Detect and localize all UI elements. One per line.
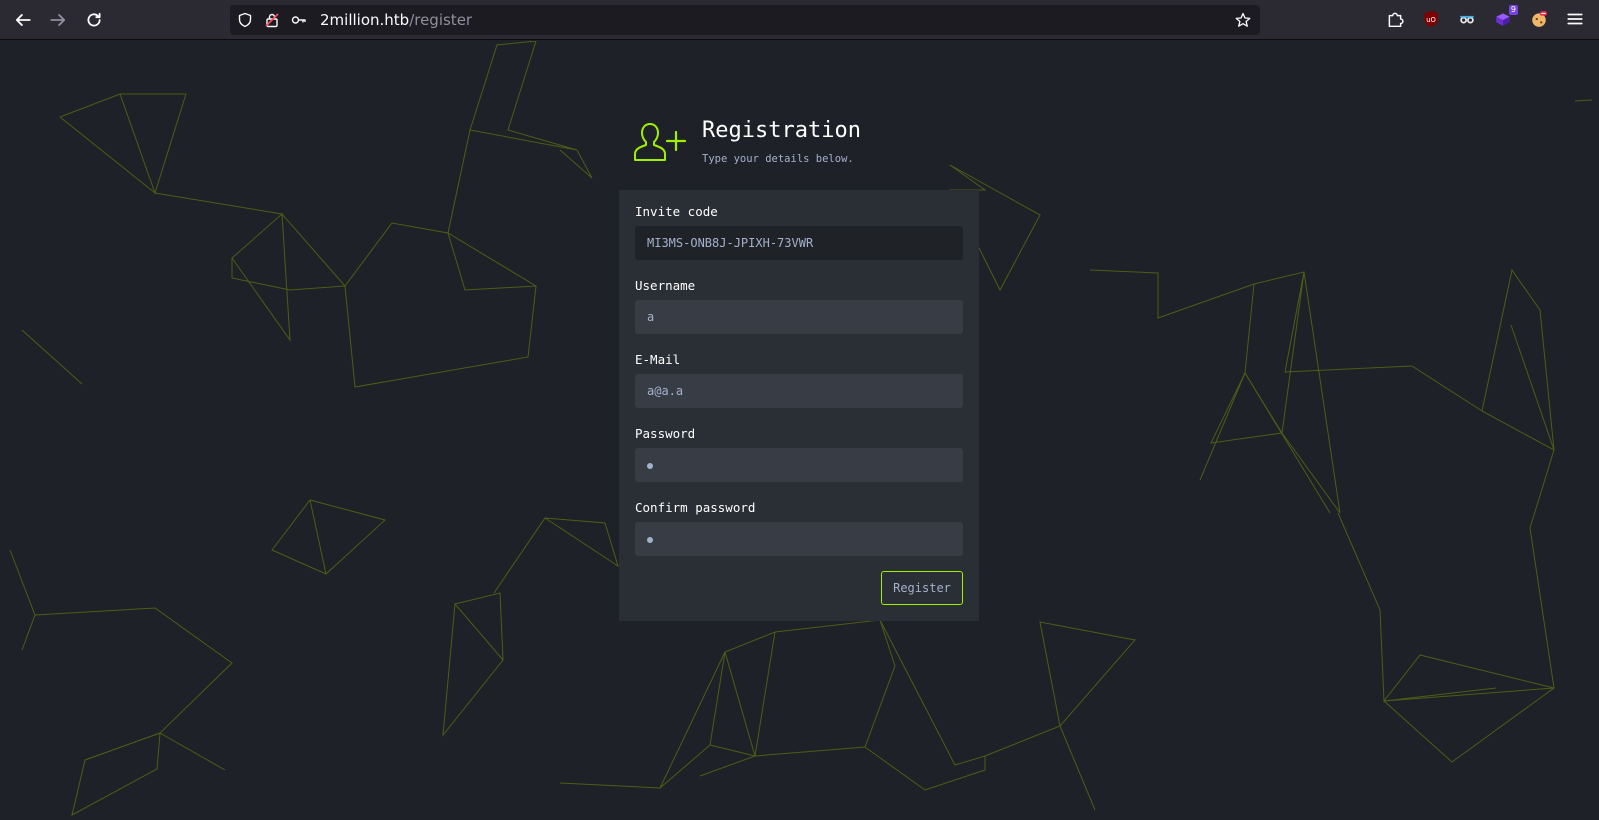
password-mask-dot [647, 462, 653, 469]
page-subtitle: Type your details below. [702, 153, 854, 165]
password-input[interactable] [635, 448, 963, 482]
invite-code-input[interactable]: MI3MS-ONB8J-JPIXH-73VWR [635, 226, 963, 260]
browser-toolbar: 2million.htb/register uO 9 [0, 0, 1599, 40]
password-label: Password [635, 426, 696, 441]
back-button[interactable] [9, 6, 37, 34]
extensions-puzzle-icon[interactable] [1384, 8, 1406, 30]
bookmark-star-icon[interactable] [1234, 11, 1252, 29]
purple-extension-icon[interactable]: 9 [1492, 5, 1518, 30]
extension-badge: 9 [1508, 5, 1518, 15]
confirm-password-label: Confirm password [635, 500, 756, 515]
username-label: Username [635, 278, 696, 293]
reload-button[interactable] [80, 6, 108, 34]
url-host: 2million.htb [320, 11, 410, 29]
confirm-password-mask-dot [647, 536, 653, 543]
email-label: E-Mail [635, 352, 681, 367]
register-button[interactable]: Register [881, 571, 963, 605]
address-bar[interactable]: 2million.htb/register [230, 5, 1260, 35]
menu-hamburger-icon[interactable] [1564, 8, 1586, 30]
back-arrow-icon [15, 14, 31, 26]
privacy-badger-icon[interactable] [1456, 8, 1478, 30]
reload-icon [87, 12, 101, 27]
url-path: /register [409, 11, 473, 29]
user-plus-icon [634, 123, 687, 161]
ublock-origin-icon[interactable]: uO [1420, 8, 1442, 30]
registration-form: Invite code MI3MS-ONB8J-JPIXH-73VWR User… [619, 190, 979, 621]
shield-icon[interactable] [236, 11, 254, 29]
invite-code-label: Invite code [635, 204, 718, 219]
registration-header: Registration Type your details below. [632, 118, 992, 178]
confirm-password-input[interactable] [635, 522, 963, 556]
username-input[interactable]: a [635, 300, 963, 334]
svg-text:uO: uO [1426, 16, 1436, 24]
email-input[interactable]: a@a.a [635, 374, 963, 408]
url-text[interactable]: 2million.htb/register [320, 11, 472, 29]
page-title: Registration [702, 118, 861, 143]
cookie-extension-icon[interactable] [1528, 8, 1550, 30]
forward-button[interactable] [44, 6, 72, 34]
insecure-lock-icon[interactable] [263, 11, 281, 29]
key-icon[interactable] [290, 11, 308, 29]
forward-arrow-icon [50, 14, 66, 26]
